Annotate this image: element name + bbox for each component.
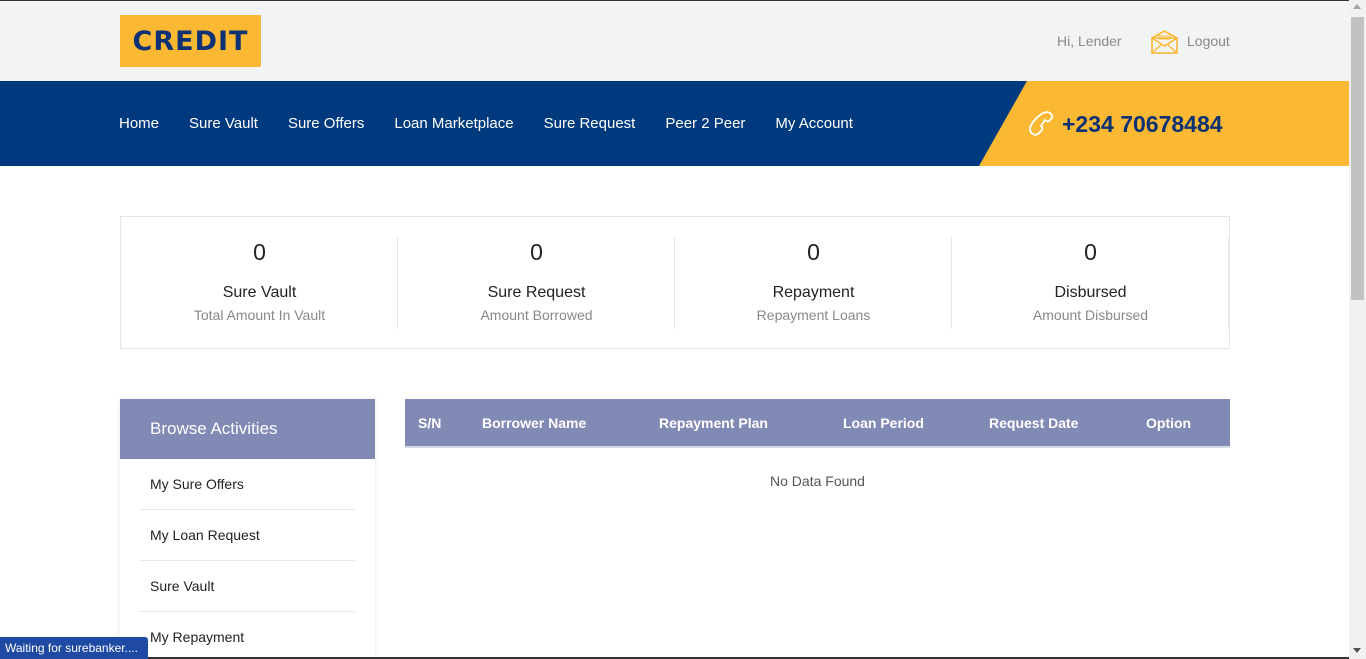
page: CREDIT Hi, Lender Logout Home Sure Vault S…	[0, 0, 1366, 659]
sidebar-item-sure-vault[interactable]: Sure Vault	[140, 561, 355, 612]
stat-title: Repayment	[772, 284, 855, 301]
phone-icon	[1029, 111, 1054, 136]
user-greeting: Hi, Lender	[1057, 33, 1122, 49]
sidebar-list: My Sure Offers My Loan Request Sure Vault M…	[120, 459, 375, 659]
activity-table: S/N Borrower Name Repayment Plan Loan Perio…	[405, 399, 1230, 489]
column-header-option: Option	[1146, 415, 1192, 431]
stat-subtitle: Repayment Loans	[756, 307, 871, 323]
stat-value: 0	[253, 239, 266, 265]
stat-title: Sure Vault	[222, 284, 297, 301]
nav-item-home[interactable]: Home	[119, 115, 159, 132]
stat-sure-request: 0 Sure Request Amount Borrowed	[398, 217, 675, 348]
logo-text: CREDIT	[132, 25, 249, 57]
scroll-thumb[interactable]	[1351, 17, 1364, 300]
envelope-icon	[1151, 30, 1178, 54]
nav-item-sure-request[interactable]: Sure Request	[544, 115, 636, 132]
stat-disbursed: 0 Disbursed Amount Disbursed	[952, 217, 1229, 348]
stat-subtitle: Total Amount In Vault	[193, 307, 326, 323]
nav-item-sure-offers[interactable]: Sure Offers	[288, 115, 364, 132]
logout-link[interactable]: Logout	[1187, 33, 1230, 49]
scroll-down-arrow-icon[interactable]	[1353, 648, 1361, 653]
logo[interactable]: CREDIT	[120, 15, 261, 67]
stat-sure-vault: 0 Sure Vault Total Amount In Vault	[121, 217, 398, 348]
nav-item-peer-2-peer[interactable]: Peer 2 Peer	[665, 115, 745, 132]
stat-repayment: 0 Repayment Repayment Loans	[675, 217, 952, 348]
stat-title: Sure Request	[487, 284, 586, 301]
nav-item-sure-vault[interactable]: Sure Vault	[189, 115, 258, 132]
nav-list: Home Sure Vault Sure Offers Loan Marketplac…	[119, 81, 883, 166]
stat-value: 0	[807, 239, 820, 265]
table-header: S/N Borrower Name Repayment Plan Loan Perio…	[405, 399, 1230, 448]
sidebar: Browse Activities My Sure Offers My Loan …	[120, 399, 375, 659]
column-header-repayment-plan: Repayment Plan	[659, 415, 768, 431]
nav-item-my-account[interactable]: My Account	[775, 115, 853, 132]
scroll-up-arrow-icon[interactable]	[1353, 4, 1361, 9]
column-header-borrower-name: Borrower Name	[482, 415, 587, 431]
empty-message: No Data Found	[770, 473, 865, 489]
sidebar-title: Browse Activities	[120, 399, 375, 459]
sidebar-item-my-sure-offers[interactable]: My Sure Offers	[140, 459, 355, 510]
nav-item-loan-marketplace[interactable]: Loan Marketplace	[394, 115, 513, 132]
column-header-s-n: S/N	[418, 415, 442, 431]
stat-subtitle: Amount Disbursed	[1032, 307, 1149, 323]
column-header-loan-period: Loan Period	[843, 415, 924, 431]
phone-number[interactable]: +234 70678484	[1062, 111, 1223, 138]
stat-subtitle: Amount Borrowed	[480, 307, 593, 323]
sidebar-item-my-loan-request[interactable]: My Loan Request	[140, 510, 355, 561]
browser-status-bar: Waiting for surebanker....	[0, 637, 148, 659]
stat-value: 0	[1084, 239, 1097, 265]
stat-title: Disbursed	[1054, 284, 1127, 301]
top-bar: CREDIT Hi, Lender Logout	[0, 0, 1349, 81]
stat-value: 0	[530, 239, 543, 265]
sidebar-item-my-repayment[interactable]: My Repayment	[140, 612, 355, 659]
stats-panel: 0 Sure Vault Total Amount In Vault 0 Sure Re…	[120, 216, 1230, 349]
scrollbar[interactable]	[1349, 0, 1366, 659]
column-header-request-date: Request Date	[989, 415, 1079, 431]
